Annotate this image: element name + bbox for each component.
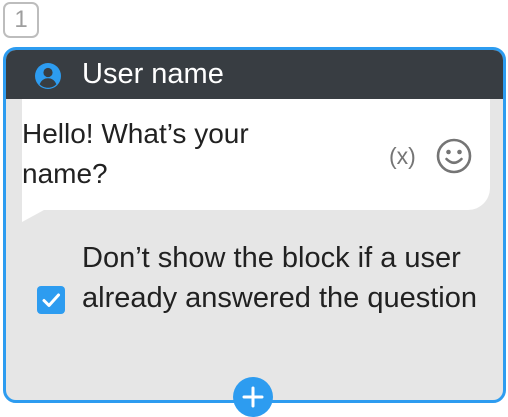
add-block-button[interactable]: [233, 377, 273, 417]
smiley-icon[interactable]: [436, 138, 472, 174]
block-title[interactable]: User name: [82, 56, 224, 92]
checkmark-icon: [42, 293, 60, 307]
plus-icon: [242, 386, 264, 408]
step-number-badge: 1: [3, 2, 39, 38]
message-text[interactable]: Hello! What’s your name?: [22, 114, 322, 194]
skip-if-answered-option[interactable]: Don’t show the block if a user already a…: [6, 238, 503, 358]
message-block-card[interactable]: User name Hello! What’s your name? (x) D…: [3, 47, 506, 403]
user-icon: [35, 63, 61, 89]
skip-if-answered-label[interactable]: Don’t show the block if a user already a…: [82, 238, 482, 318]
skip-if-answered-checkbox[interactable]: [37, 286, 65, 314]
bubble-tail: [22, 210, 44, 222]
page: 1 User name Hello! What’s your name? (x): [0, 0, 508, 417]
card-header: User name: [6, 50, 503, 99]
insert-variable-button[interactable]: (x): [389, 141, 416, 171]
